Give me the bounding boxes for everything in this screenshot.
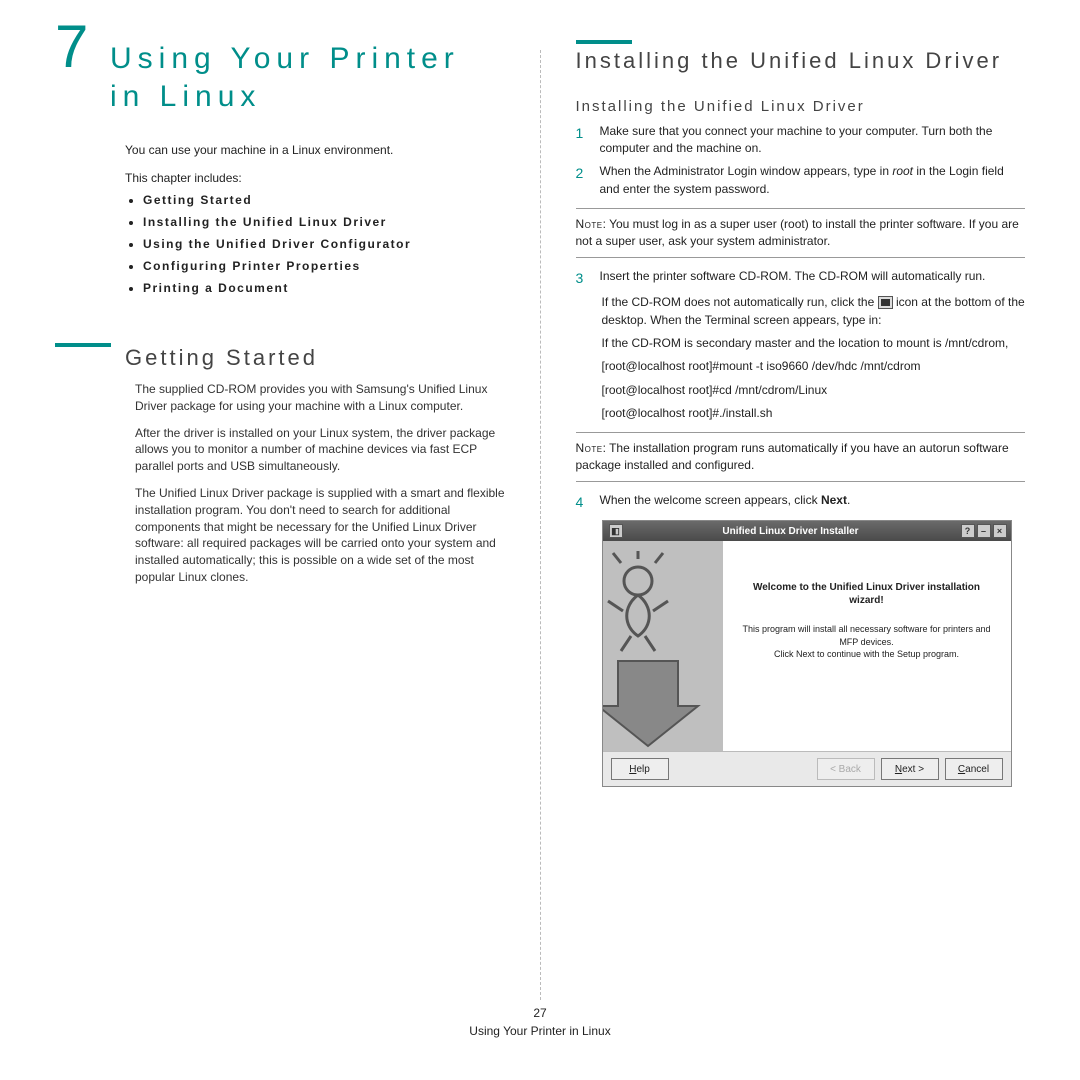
toc-item: Using the Unified Driver Configurator	[143, 237, 505, 251]
getting-started-p3: The Unified Linux Driver package is supp…	[135, 485, 505, 586]
chapter-title: Using Your Printer in Linux	[110, 40, 505, 115]
left-column: 7 Using Your Printer in Linux You can us…	[55, 40, 505, 1000]
step-text: When the Administrator Login window appe…	[600, 163, 1026, 198]
chapter-header: 7 Using Your Printer in Linux	[55, 40, 505, 125]
chapter-intro: You can use your machine in a Linux envi…	[125, 143, 505, 157]
page-footer: 27 Using Your Printer in Linux	[55, 1004, 1025, 1040]
terminal-icon	[878, 296, 893, 309]
installer-main: Welcome to the Unified Linux Driver inst…	[723, 541, 1011, 751]
sub-a: If the CD-ROM does not automatically run…	[602, 295, 878, 309]
step-3: 3 Insert the printer software CD-ROM. Th…	[576, 268, 1026, 288]
installer-welcome: Welcome to the Unified Linux Driver inst…	[741, 581, 993, 607]
toc-list: Getting Started Installing the Unified L…	[125, 193, 505, 295]
installer-title: Unified Linux Driver Installer	[623, 526, 959, 537]
note-block: Note: The installation program runs auto…	[576, 432, 1026, 482]
help-button[interactable]: Help	[611, 758, 669, 780]
installer-desc1: This program will install all necessary …	[741, 623, 993, 647]
window-menu-icon[interactable]: ◧	[609, 524, 623, 538]
command-text: [root@localhost root]#cd /mnt/cdrom/Linu…	[602, 382, 1026, 399]
toc-item: Getting Started	[143, 193, 505, 207]
section-rule	[55, 343, 111, 347]
step4-c: .	[847, 493, 850, 507]
getting-started-p1: The supplied CD-ROM provides you with Sa…	[135, 381, 505, 415]
step-text: Make sure that you connect your machine …	[600, 123, 1026, 158]
note-block: Note: You must log in as a super user (r…	[576, 208, 1026, 258]
page-number: 27	[55, 1004, 1025, 1022]
command-text: [root@localhost root]#./install.sh	[602, 405, 1026, 422]
footer-title: Using Your Printer in Linux	[55, 1022, 1025, 1040]
back-button[interactable]: < Back	[817, 758, 875, 780]
installing-subheading: Installing the Unified Linux Driver	[576, 98, 1026, 115]
right-column: Installing the Unified Linux Driver Inst…	[576, 40, 1026, 1000]
step-text: When the welcome screen appears, click N…	[600, 492, 1026, 512]
section-rule	[576, 40, 632, 44]
step-2: 2 When the Administrator Login window ap…	[576, 163, 1026, 198]
note-label: Note	[576, 441, 603, 455]
sub-text: If the CD-ROM is secondary master and th…	[602, 335, 1026, 352]
column-divider	[540, 50, 541, 1000]
step4-a: When the welcome screen appears, click	[600, 493, 821, 507]
installer-dialog: ◧ Unified Linux Driver Installer ? – ×	[602, 520, 1012, 787]
note-label: Note	[576, 217, 603, 231]
next-word: Next	[821, 493, 847, 507]
installer-button-row: Help < Back Next > Cancel	[603, 751, 1011, 786]
installer-side-graphic	[603, 541, 723, 751]
getting-started-p2: After the driver is installed on your Li…	[135, 425, 505, 475]
toc-item: Printing a Document	[143, 281, 505, 295]
toc-item: Installing the Unified Linux Driver	[143, 215, 505, 229]
help-icon[interactable]: ?	[961, 524, 975, 538]
cancel-button[interactable]: Cancel	[945, 758, 1003, 780]
includes-label: This chapter includes:	[125, 171, 505, 185]
step-text-a: When the Administrator Login window appe…	[600, 164, 893, 178]
getting-started-heading: Getting Started	[125, 345, 505, 371]
step-number: 1	[576, 123, 590, 158]
root-word: root	[892, 164, 913, 178]
step-number: 2	[576, 163, 590, 198]
step-4: 4 When the welcome screen appears, click…	[576, 492, 1026, 512]
note-text: : The installation program runs automati…	[576, 441, 1009, 472]
installing-heading: Installing the Unified Linux Driver	[576, 46, 1026, 76]
close-icon[interactable]: ×	[993, 524, 1007, 538]
toc-item: Configuring Printer Properties	[143, 259, 505, 273]
sub-text: If the CD-ROM does not automatically run…	[602, 294, 1026, 329]
step-1: 1 Make sure that you connect your machin…	[576, 123, 1026, 158]
step-number: 3	[576, 268, 590, 288]
installer-titlebar: ◧ Unified Linux Driver Installer ? – ×	[603, 521, 1011, 541]
minimize-icon[interactable]: –	[977, 524, 991, 538]
step-text: Insert the printer software CD-ROM. The …	[600, 268, 1026, 288]
next-button[interactable]: Next >	[881, 758, 939, 780]
chapter-number: 7	[55, 12, 90, 81]
note-text: : You must log in as a super user (root)…	[576, 217, 1019, 248]
command-text: [root@localhost root]#mount -t iso9660 /…	[602, 358, 1026, 375]
step-number: 4	[576, 492, 590, 512]
installer-desc2: Click Next to continue with the Setup pr…	[741, 648, 993, 660]
